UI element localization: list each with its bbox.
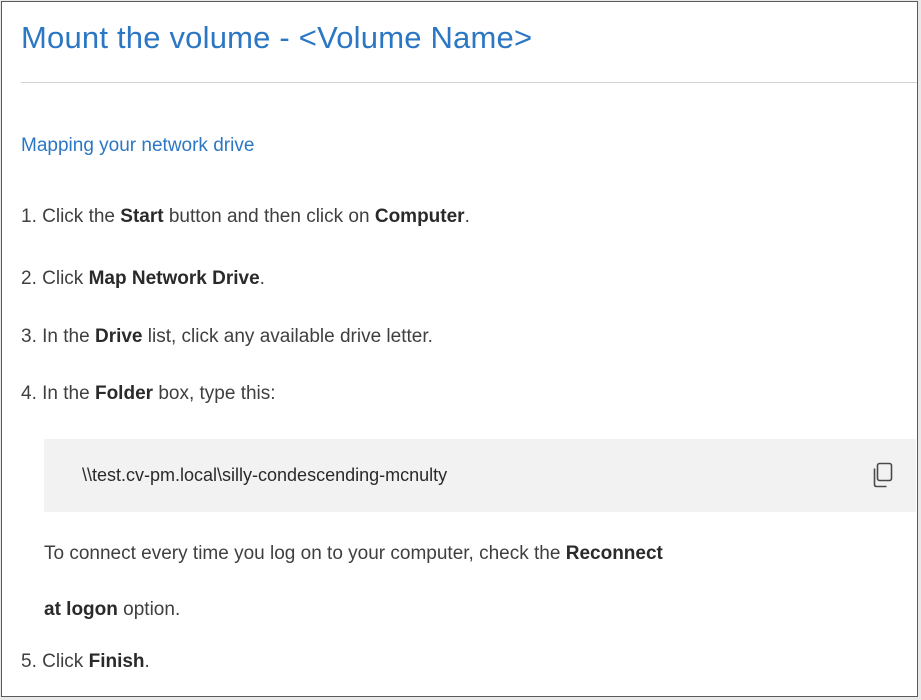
note-bold-reconnect: Reconnect [565,543,663,564]
step-5: 5. Click Finish. [21,651,150,673]
mount-volume-panel: Mount the volume - <Volume Name> Mapping… [1,1,918,697]
step-bold-start: Start [120,206,164,227]
step-text: In the [42,326,90,347]
step-4: 4. In the Folder box, type this: [21,383,276,405]
reconnect-note-line-2: at logon option. [44,599,180,621]
note-text: option. [123,599,181,620]
step-text: list, click any available drive letter. [147,326,433,347]
page-title: Mount the volume - <Volume Name> [21,20,533,55]
section-heading: Mapping your network drive [21,135,255,156]
copy-icon[interactable] [870,462,894,488]
reconnect-note-line-1: To connect every time you log on to your… [44,543,663,565]
step-bold-folder: Folder [94,383,154,404]
step-number: 2. [21,268,37,289]
note-text: To connect every time you log on to your… [44,543,561,564]
step-text: In the [42,383,90,404]
step-text: Click [42,651,84,672]
title-divider [21,82,917,83]
step-punct: . [259,268,265,289]
step-number: 3. [21,326,37,347]
step-3: 3. In the Drive list, click any availabl… [21,326,433,348]
step-bold-drive: Drive [94,326,143,347]
step-text: Click [42,268,84,289]
step-2: 2. Click Map Network Drive. [21,268,265,290]
step-text: Click the [42,206,115,227]
step-text: box, type this: [158,383,276,404]
step-number: 1. [21,206,37,227]
step-punct: . [464,206,470,227]
folder-path-text[interactable]: \\test.cv-pm.local\silly-condescending-m… [82,465,447,486]
copy-icon-graphic [873,462,893,488]
step-text: button and then click on [168,206,370,227]
note-bold-at-logon: at logon [44,599,118,620]
step-bold-computer: Computer [374,206,465,227]
step-bold-map-network-drive: Map Network Drive [88,268,260,289]
step-1: 1. Click the Start button and then click… [21,206,470,228]
step-punct: . [144,651,150,672]
folder-path-box: \\test.cv-pm.local\silly-condescending-m… [44,439,916,512]
step-number: 5. [21,651,37,672]
step-bold-finish: Finish [88,651,145,672]
step-number: 4. [21,383,37,404]
